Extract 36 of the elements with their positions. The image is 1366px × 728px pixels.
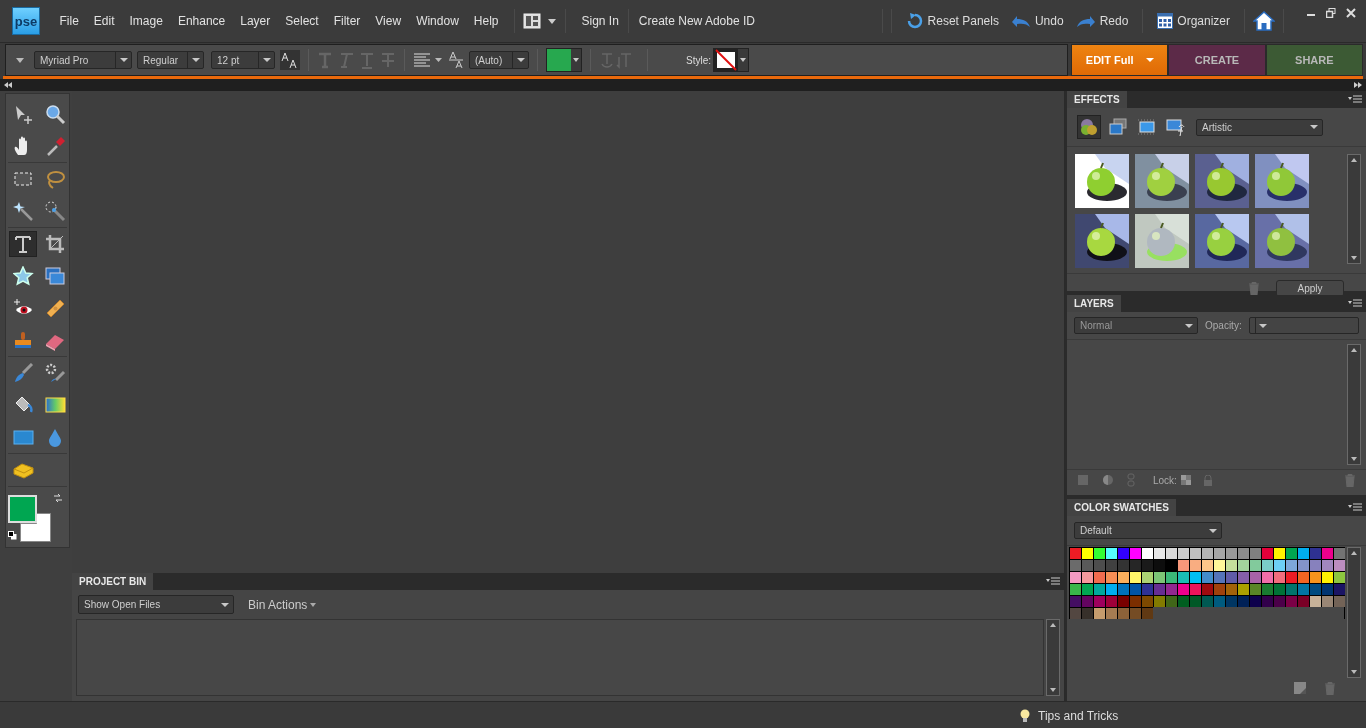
create-id-link[interactable]: Create New Adobe ID	[631, 14, 763, 28]
blend-mode-dropdown[interactable]: Normal	[1074, 317, 1198, 334]
bin-actions-menu[interactable]: Bin Actions	[248, 597, 317, 612]
redo-button[interactable]: Redo	[1069, 14, 1135, 28]
tips-link[interactable]: Tips and Tricks	[1038, 709, 1119, 723]
mode-tab[interactable]: SHARE	[1265, 44, 1363, 76]
organizer-button[interactable]: Organizer	[1151, 13, 1236, 29]
swatch-set-dropdown[interactable]: Default	[1074, 522, 1222, 539]
menu-item[interactable]: File	[52, 14, 87, 28]
app-logo: pse	[12, 7, 40, 35]
style-label: Style:	[686, 54, 711, 66]
bin-view-dropdown[interactable]: Show Open Files	[78, 595, 234, 614]
menu-item[interactable]: Image	[122, 14, 171, 28]
menu-item[interactable]: Edit	[86, 14, 123, 28]
font-size-dropdown[interactable]: 12 pt	[211, 51, 275, 69]
menu-item[interactable]: Filter	[326, 14, 368, 28]
leading-dropdown[interactable]: (Auto)	[469, 51, 529, 69]
menu-item[interactable]: Window	[408, 14, 467, 28]
font-style-dropdown[interactable]: Regular	[137, 51, 204, 69]
opacity-label: Opacity:	[1205, 320, 1242, 331]
panel-title: PROJECT BIN	[72, 573, 154, 590]
menu-item[interactable]: Select	[277, 14, 327, 28]
sign-in-link[interactable]: Sign In	[574, 14, 627, 28]
menu-item[interactable]: Layer	[232, 14, 278, 28]
mode-tab[interactable]: CREATE	[1168, 44, 1266, 76]
undo-button[interactable]: Undo	[1004, 14, 1070, 28]
menu-item[interactable]: Help	[466, 14, 506, 28]
panel-title: LAYERS	[1067, 295, 1121, 312]
font-family-dropdown[interactable]: Myriad Pro	[34, 51, 132, 69]
panel-title: COLOR SWATCHES	[1067, 499, 1176, 516]
menu-item[interactable]: View	[367, 14, 409, 28]
reset-button[interactable]: Reset Panels	[899, 12, 1005, 30]
menu-item[interactable]: Enhance	[170, 14, 233, 28]
panel-title: EFFECTS	[1067, 91, 1127, 108]
lock-label: Lock:	[1153, 474, 1177, 486]
effect-category-dropdown[interactable]: Artistic	[1196, 118, 1323, 136]
